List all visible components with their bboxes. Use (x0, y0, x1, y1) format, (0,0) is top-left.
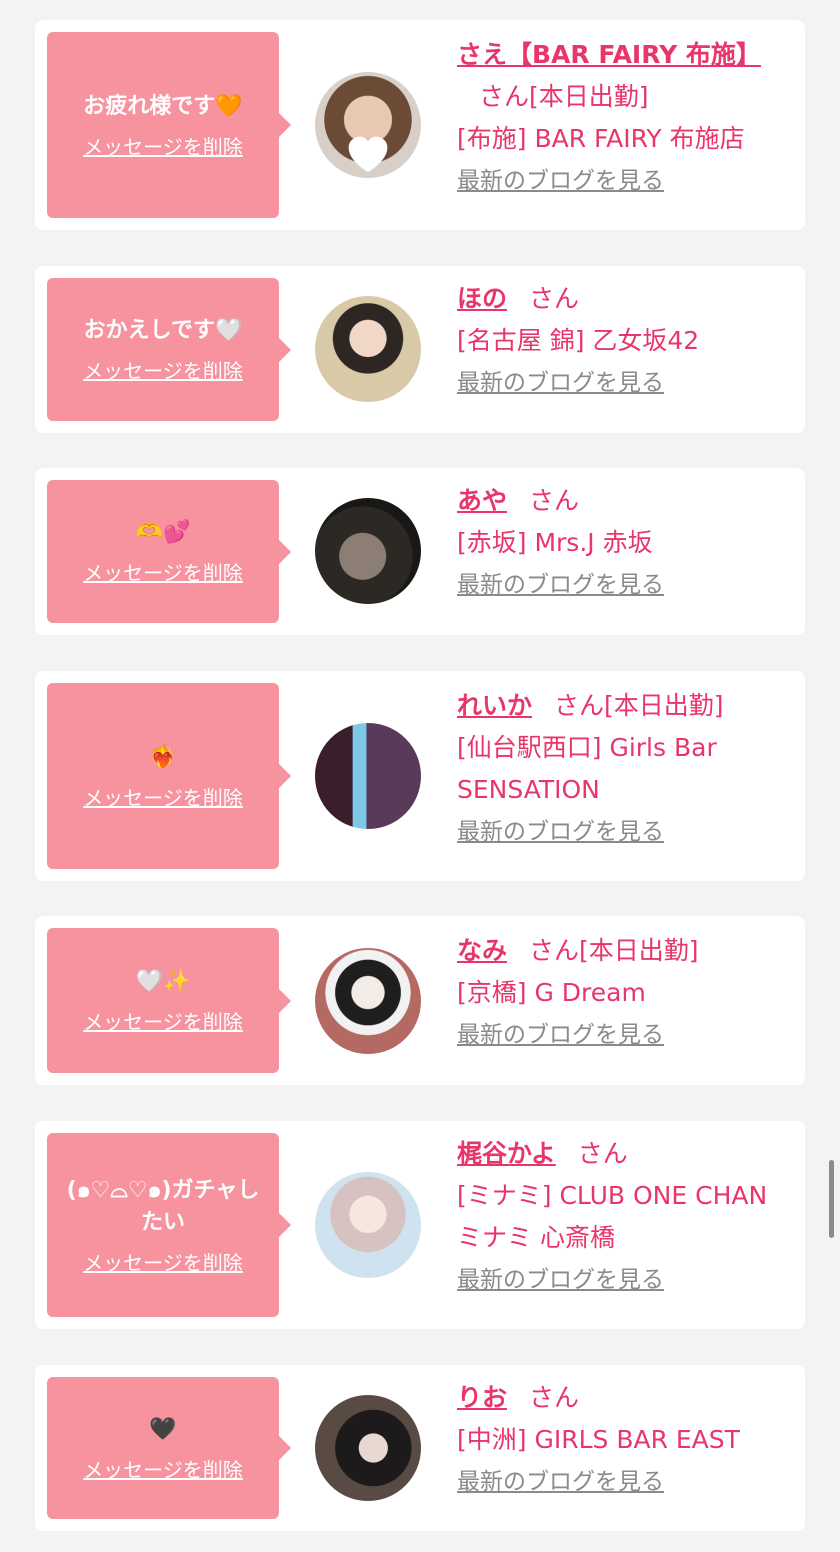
blog-link[interactable]: 最新のブログを見る (457, 166, 664, 196)
avatar[interactable] (315, 723, 421, 829)
honorific: さん (554, 691, 605, 720)
info-block: ほの さん [名古屋 錦] 乙女坂42 最新のブログを見る (457, 278, 787, 398)
delete-message-link[interactable]: メッセージを削除 (83, 355, 243, 384)
message-text: おかえしです🤍 (83, 318, 243, 343)
info-block: さえ【BAR FAIRY 布施】さん[本日出勤] [布施] BAR FAIRY … (457, 34, 787, 196)
avatar[interactable] (315, 1395, 421, 1501)
name-line: ほの さん (457, 278, 787, 320)
message-bubble: おかえしです🤍 メッセージを削除 (47, 278, 279, 421)
shop-name: [名古屋 錦] 乙女坂42 (457, 326, 700, 355)
name-link[interactable]: れいか (457, 691, 532, 720)
message-text: (๑♡⌓♡๑)ガチャしたい (66, 1177, 260, 1235)
honorific: さん (479, 82, 530, 111)
shop-name: [布施] BAR FAIRY 布施店 (457, 124, 745, 153)
status-badge: [本日出勤] (604, 691, 724, 720)
message-card: お疲れ様です🧡 メッセージを削除 さえ【BAR FAIRY 布施】さん[本日出勤… (35, 20, 805, 230)
honorific: さん (529, 936, 580, 965)
message-bubble: ❤️‍🔥 メッセージを削除 (47, 683, 279, 869)
info-block: れいか さん[本日出勤] [仙台駅西口] Girls Bar SENSATION … (457, 685, 787, 847)
blog-link[interactable]: 最新のブログを見る (457, 1467, 664, 1497)
name-link[interactable]: りお (457, 1383, 507, 1412)
message-text: 🖤 (149, 1416, 177, 1442)
info-block: りお さん [中洲] GIRLS BAR EAST 最新のブログを見る (457, 1377, 787, 1497)
avatar[interactable] (315, 498, 421, 604)
shop-name: [赤坂] Mrs.J 赤坂 (457, 528, 653, 557)
blog-link[interactable]: 最新のブログを見る (457, 817, 664, 847)
blog-link[interactable]: 最新のブログを見る (457, 1265, 664, 1295)
scrollbar[interactable] (829, 1160, 834, 1238)
shop-name: [仙台駅西口] Girls Bar SENSATION (457, 733, 717, 804)
name-line: なみ さん[本日出勤] (457, 930, 787, 972)
message-card: (๑♡⌓♡๑)ガチャしたい メッセージを削除 梶谷かよ さん [ミナミ] CLUB… (35, 1121, 805, 1329)
name-line: あや さん (457, 480, 787, 522)
status-badge: [本日出勤] (579, 936, 699, 965)
name-line: さえ【BAR FAIRY 布施】さん[本日出勤] (457, 34, 787, 118)
name-line: 梶谷かよ さん (457, 1133, 787, 1175)
avatar[interactable] (315, 72, 421, 178)
shop-name: [ミナミ] CLUB ONE CHAN ミナミ 心斎橋 (457, 1181, 768, 1252)
honorific: さん (529, 284, 580, 313)
name-link[interactable]: あや (457, 486, 507, 515)
info-block: あや さん [赤坂] Mrs.J 赤坂 最新のブログを見る (457, 480, 787, 600)
name-link[interactable]: なみ (457, 936, 507, 965)
blog-link[interactable]: 最新のブログを見る (457, 368, 664, 398)
delete-message-link[interactable]: メッセージを削除 (83, 1247, 243, 1276)
blog-link[interactable]: 最新のブログを見る (457, 1020, 664, 1050)
avatar[interactable] (315, 1172, 421, 1278)
avatar[interactable] (315, 948, 421, 1054)
name-link[interactable]: さえ【BAR FAIRY 布施】 (457, 40, 761, 69)
honorific: さん (529, 486, 580, 515)
message-card: 🖤 メッセージを削除 りお さん [中洲] GIRLS BAR EAST 最新のブ… (35, 1365, 805, 1531)
honorific: さん (529, 1383, 580, 1412)
message-card: 🫶💕 メッセージを削除 あや さん [赤坂] Mrs.J 赤坂 最新のブログを見る (35, 468, 805, 635)
message-bubble: お疲れ様です🧡 メッセージを削除 (47, 32, 279, 218)
message-card: 🤍✨ メッセージを削除 なみ さん[本日出勤] [京橋] G Dream 最新のブ… (35, 916, 805, 1085)
name-line: りお さん (457, 1377, 787, 1419)
message-bubble: 🤍✨ メッセージを削除 (47, 928, 279, 1073)
message-card: おかえしです🤍 メッセージを削除 ほの さん [名古屋 錦] 乙女坂42 最新のブ… (35, 266, 805, 433)
info-block: 梶谷かよ さん [ミナミ] CLUB ONE CHAN ミナミ 心斎橋 最新のブロ… (457, 1133, 787, 1295)
name-line: れいか さん[本日出勤] (457, 685, 787, 727)
message-text: お疲れ様です🧡 (83, 93, 243, 119)
delete-message-link[interactable]: メッセージを削除 (83, 1454, 243, 1483)
message-text: ❤️‍🔥 (149, 744, 177, 770)
shop-name: [京橋] G Dream (457, 978, 646, 1007)
message-text: 🤍✨ (135, 969, 191, 994)
message-bubble: (๑♡⌓♡๑)ガチャしたい メッセージを削除 (47, 1133, 279, 1317)
message-bubble: 🫶💕 メッセージを削除 (47, 480, 279, 623)
honorific: さん (577, 1139, 628, 1168)
status-badge: [本日出勤] (529, 82, 649, 111)
delete-message-link[interactable]: メッセージを削除 (83, 557, 243, 586)
message-text: 🫶💕 (135, 520, 191, 545)
message-card: ❤️‍🔥 メッセージを削除 れいか さん[本日出勤] [仙台駅西口] Girls … (35, 671, 805, 881)
delete-message-link[interactable]: メッセージを削除 (83, 131, 243, 160)
name-link[interactable]: 梶谷かよ (457, 1139, 556, 1168)
shop-name: [中洲] GIRLS BAR EAST (457, 1425, 740, 1454)
delete-message-link[interactable]: メッセージを削除 (83, 1006, 243, 1035)
delete-message-link[interactable]: メッセージを削除 (83, 782, 243, 811)
info-block: なみ さん[本日出勤] [京橋] G Dream 最新のブログを見る (457, 930, 787, 1050)
message-bubble: 🖤 メッセージを削除 (47, 1377, 279, 1519)
name-link[interactable]: ほの (457, 284, 507, 313)
blog-link[interactable]: 最新のブログを見る (457, 570, 664, 600)
avatar[interactable] (315, 296, 421, 402)
heart-sticker-icon (348, 136, 388, 172)
